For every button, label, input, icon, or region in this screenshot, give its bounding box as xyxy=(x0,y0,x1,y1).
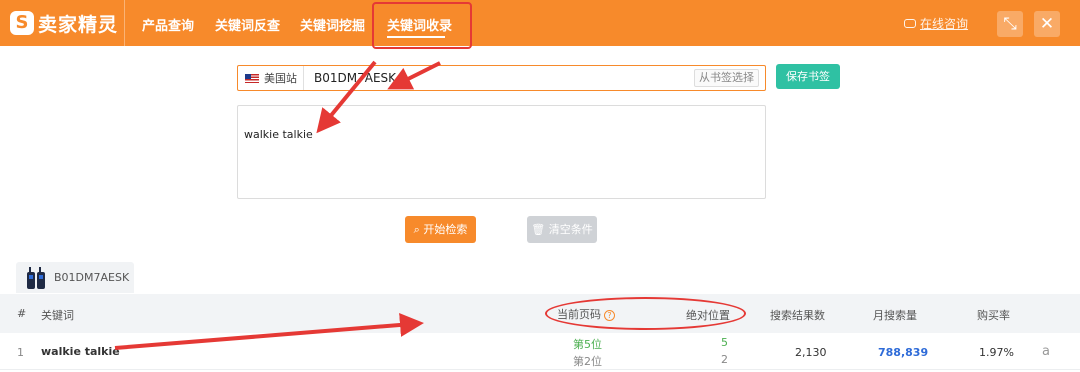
marketplace-select[interactable]: 美国站 xyxy=(238,66,304,90)
row-page-primary: 第5位 xyxy=(573,338,602,351)
select-from-bookmark-button[interactable]: 从书签选择 xyxy=(694,69,759,87)
nav-keyword-mining[interactable]: 关键词挖掘 xyxy=(300,15,365,34)
keywords-text: walkie talkie xyxy=(244,128,313,141)
nav-product-query[interactable]: 产品查询 xyxy=(142,15,194,34)
clear-conditions-label: 清空条件 xyxy=(548,223,593,236)
divider xyxy=(124,0,125,46)
online-consult-label: 在线咨询 xyxy=(920,17,969,31)
row-position-secondary: 2 xyxy=(721,353,728,366)
asin-result-tab[interactable]: B01DM7AESK xyxy=(16,262,134,293)
search-icon: ⌕ xyxy=(413,223,424,236)
asin-search-box: 美国站 B01DM7AESK 从书签选择 xyxy=(237,65,766,91)
row-purchase-rate: 1.97% xyxy=(979,346,1014,359)
col-search-results-header[interactable]: 搜索结果数 xyxy=(770,307,825,323)
logo-icon: S xyxy=(10,11,34,35)
row-index: 1 xyxy=(17,346,24,359)
nav-keyword-reverse[interactable]: 关键词反查 xyxy=(215,15,280,34)
marketplace-label: 美国站 xyxy=(264,72,297,85)
asin-tab-label: B01DM7AESK xyxy=(54,271,130,284)
product-thumbnail xyxy=(26,266,46,289)
row-position-primary: 5 xyxy=(721,336,728,349)
col-index-header: # xyxy=(17,307,27,320)
online-consult-link[interactable]: 在线咨询 xyxy=(904,15,968,32)
trash-icon: 🗑 xyxy=(531,223,549,236)
row-search-results: 2,130 xyxy=(795,346,827,359)
row-monthly-search[interactable]: 788,839 xyxy=(878,346,928,359)
close-button[interactable]: ✕ xyxy=(1034,11,1060,37)
keywords-textarea[interactable]: walkie talkie xyxy=(237,105,766,199)
row-page-secondary: 第2位 xyxy=(573,355,602,368)
amazon-icon[interactable]: a xyxy=(1042,344,1050,359)
chat-icon xyxy=(904,19,916,28)
results-table-header: # 关键词 当前页码? 绝对位置 搜索结果数 月搜索量 购买率 xyxy=(0,294,1080,333)
table-row: 1 walkie talkie 第5位 第2位 5 2 2,130 788,83… xyxy=(0,333,1080,370)
shrink-button[interactable]: ⤡ xyxy=(997,11,1023,37)
app-logo[interactable]: S 卖家精灵 xyxy=(10,9,118,37)
asin-input[interactable]: B01DM7AESK xyxy=(314,66,396,90)
close-icon: ✕ xyxy=(1039,14,1055,34)
shrink-icon: ⤡ xyxy=(1003,14,1017,34)
logo-text: 卖家精灵 xyxy=(38,13,119,36)
us-flag-icon xyxy=(245,73,259,83)
col-purchase-rate-header[interactable]: 购买率 xyxy=(977,307,1010,323)
col-keyword-header[interactable]: 关键词 xyxy=(41,307,74,323)
annotation-ellipse xyxy=(545,297,746,330)
start-search-button[interactable]: ⌕ 开始检索 xyxy=(405,216,476,243)
row-keyword[interactable]: walkie talkie xyxy=(41,345,120,358)
save-bookmark-button[interactable]: 保存书签 xyxy=(776,64,840,89)
annotation-box-nav xyxy=(372,2,472,49)
top-bar: S 卖家精灵 产品查询 关键词反查 关键词挖掘 关键词收录 在线咨询 ⤡ ✕ xyxy=(0,0,1080,46)
clear-conditions-button[interactable]: 🗑 清空条件 xyxy=(527,216,597,243)
start-search-label: 开始检索 xyxy=(423,223,468,236)
col-monthly-search-header[interactable]: 月搜索量 xyxy=(873,307,917,323)
